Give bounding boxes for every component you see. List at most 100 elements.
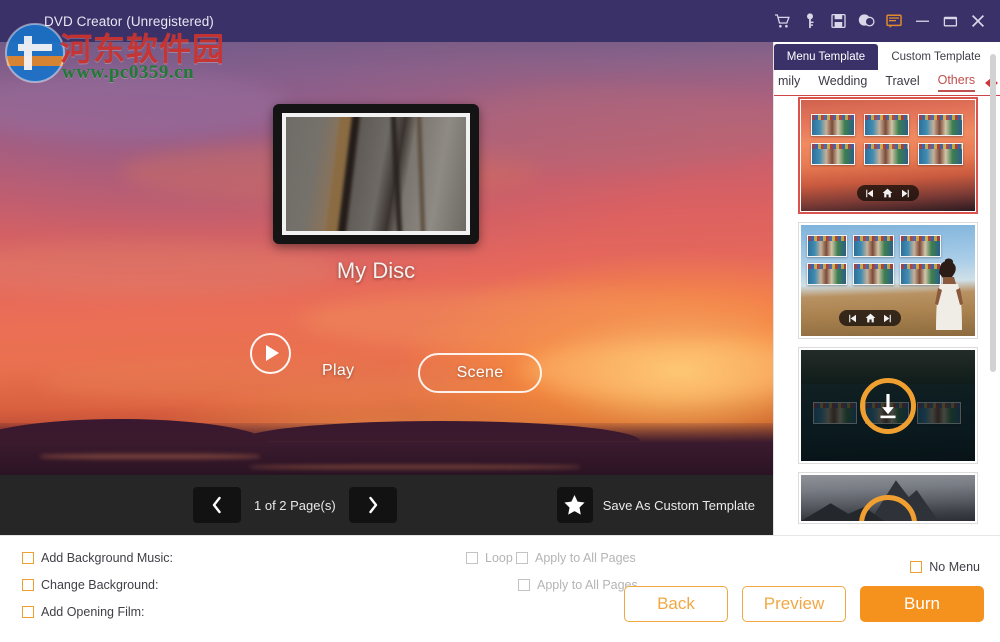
mini-thumb xyxy=(918,143,963,165)
mini-thumb xyxy=(864,143,909,165)
cart-icon[interactable] xyxy=(768,0,796,42)
download-icon[interactable] xyxy=(860,378,916,434)
play-button[interactable] xyxy=(250,333,291,374)
next-icon xyxy=(901,189,910,198)
water-reflection xyxy=(40,454,260,459)
window-controls xyxy=(768,0,992,42)
category-travel[interactable]: Travel xyxy=(885,74,919,91)
mini-thumb xyxy=(807,235,848,257)
mini-thumb xyxy=(864,114,909,136)
cloud-decoration xyxy=(300,290,770,350)
mini-thumb xyxy=(900,235,941,257)
loop-checkbox[interactable] xyxy=(466,552,478,564)
next-page-button[interactable] xyxy=(349,487,397,523)
apply-all-pages-music-label: Apply to All Pages xyxy=(535,551,636,565)
title-bar: DVD Creator (Unregistered) xyxy=(0,0,1000,42)
preview-toolbar: 1 of 2 Page(s) Save As Custom Template xyxy=(0,475,773,535)
add-background-music-checkbox[interactable] xyxy=(22,552,34,564)
mini-thumb xyxy=(811,143,856,165)
apply-all-pages-music-checkbox[interactable] xyxy=(516,552,528,564)
page-indicator: 1 of 2 Page(s) xyxy=(254,498,336,513)
change-background-label: Change Background: xyxy=(41,578,158,592)
mini-thumb xyxy=(853,235,894,257)
add-opening-film-checkbox[interactable] xyxy=(22,606,34,618)
template-thumbnail xyxy=(801,100,975,211)
loop-label: Loop xyxy=(485,551,513,565)
back-button[interactable]: Back xyxy=(624,586,728,622)
help-icon[interactable] xyxy=(852,0,880,42)
window-title: DVD Creator (Unregistered) xyxy=(44,14,214,29)
template-savanna[interactable] xyxy=(798,222,978,339)
burn-button[interactable]: Burn xyxy=(860,586,984,622)
template-list[interactable] xyxy=(774,97,1000,535)
home-icon xyxy=(882,188,893,198)
disc-thumbnail-frame[interactable] xyxy=(273,104,479,244)
row-add-opening-film: Add Opening Film: xyxy=(22,602,145,622)
app-window: DVD Creator (Unregistered) xyxy=(0,0,1000,642)
download-overlay[interactable] xyxy=(801,350,975,461)
close-button[interactable] xyxy=(964,0,992,42)
mini-thumb xyxy=(853,263,894,285)
category-wedding[interactable]: Wedding xyxy=(818,74,867,91)
template-mountain[interactable] xyxy=(798,472,978,524)
no-menu-checkbox[interactable] xyxy=(910,561,922,573)
prev-icon xyxy=(848,314,857,323)
disc-title[interactable]: My Disc xyxy=(273,258,479,284)
category-family[interactable]: mily xyxy=(778,74,800,91)
template-thumbnail xyxy=(801,475,975,521)
template-thumb-grid xyxy=(807,235,941,285)
row-add-background-music: Add Background Music: xyxy=(22,548,173,568)
apply-all-pages-background-checkbox[interactable] xyxy=(518,579,530,591)
template-lake[interactable] xyxy=(798,347,978,464)
template-scrollbar-thumb[interactable] xyxy=(990,54,996,372)
tab-custom-template[interactable]: Custom Template xyxy=(878,44,994,70)
template-tabs: Menu Template Custom Template xyxy=(774,42,1000,70)
action-buttons: Back Preview Burn xyxy=(624,586,984,622)
template-thumbnail xyxy=(801,350,975,461)
mini-thumb xyxy=(807,263,848,285)
prev-page-button[interactable] xyxy=(193,487,241,523)
water-reflection xyxy=(250,465,580,469)
person-silhouette-icon xyxy=(927,258,967,330)
no-menu-option: No Menu xyxy=(910,560,980,574)
template-thumbnail xyxy=(801,225,975,336)
feedback-icon[interactable] xyxy=(880,0,908,42)
play-label[interactable]: Play xyxy=(322,362,354,380)
key-icon[interactable] xyxy=(796,0,824,42)
category-row: mily Wedding Travel Others xyxy=(774,70,1000,96)
play-triangle-icon xyxy=(266,345,279,361)
row-change-background: Change Background: xyxy=(22,575,158,595)
template-thumb-grid xyxy=(811,114,963,165)
apply-all-pages-background-option: Apply to All Pages xyxy=(518,575,638,595)
preview-button[interactable]: Preview xyxy=(742,586,846,622)
template-sunset[interactable] xyxy=(798,97,978,214)
save-as-custom-template-button[interactable]: Save As Custom Template xyxy=(603,498,755,513)
save-icon[interactable] xyxy=(824,0,852,42)
mini-thumb xyxy=(918,114,963,136)
menu-preview-area[interactable]: My Disc Play Scene xyxy=(0,42,773,475)
loop-option: Loop xyxy=(466,548,513,568)
template-nav-pill xyxy=(857,185,919,201)
add-background-music-label: Add Background Music: xyxy=(41,551,173,565)
maximize-button[interactable] xyxy=(936,0,964,42)
apply-all-pages-music-option: Apply to All Pages xyxy=(516,548,636,568)
change-background-checkbox[interactable] xyxy=(22,579,34,591)
add-opening-film-label: Add Opening Film: xyxy=(41,605,145,619)
home-icon xyxy=(865,313,876,323)
template-nav-pill xyxy=(839,310,901,326)
disc-thumbnail-block[interactable]: My Disc xyxy=(273,104,479,284)
scene-button[interactable]: Scene xyxy=(418,353,542,393)
template-sidebar: Menu Template Custom Template mily Weddi… xyxy=(773,42,1000,535)
minimize-button[interactable] xyxy=(908,0,936,42)
tab-menu-template[interactable]: Menu Template xyxy=(774,44,878,70)
no-menu-label: No Menu xyxy=(929,560,980,574)
disc-thumbnail-image xyxy=(282,113,470,235)
star-icon[interactable] xyxy=(557,487,593,523)
category-others[interactable]: Others xyxy=(938,73,976,92)
next-icon xyxy=(883,314,892,323)
template-scrollbar[interactable] xyxy=(990,48,996,474)
apply-all-pages-background-label: Apply to All Pages xyxy=(537,578,638,592)
mini-thumb xyxy=(811,114,856,136)
prev-icon xyxy=(865,189,874,198)
bottom-options-panel: Add Background Music: ... Loop Apply to … xyxy=(0,535,1000,642)
